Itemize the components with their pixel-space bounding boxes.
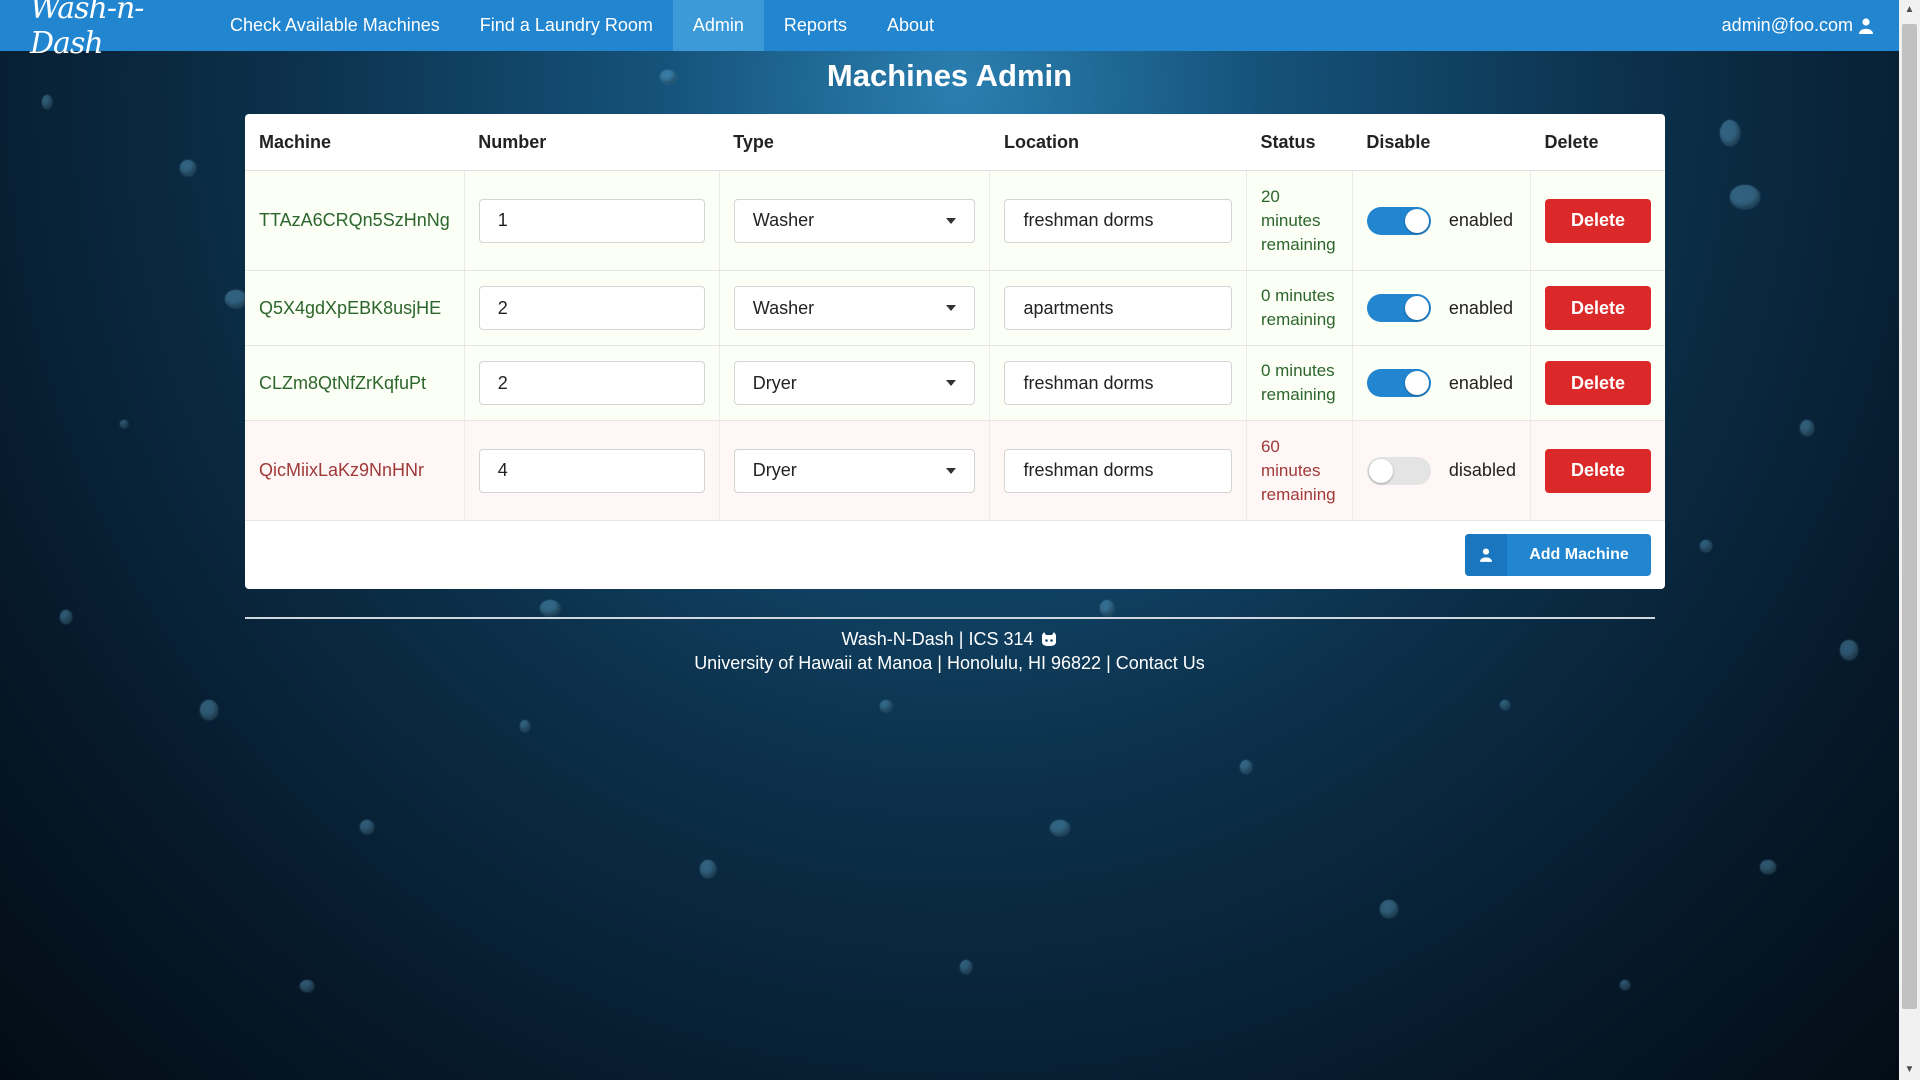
type-dropdown[interactable]: Washer bbox=[733, 286, 976, 330]
chevron-down-icon bbox=[946, 305, 957, 311]
machine-id: QicMiixLaKz9NnHNr bbox=[245, 420, 465, 521]
user-menu[interactable]: admin@foo.com bbox=[1722, 15, 1873, 36]
nav-admin[interactable]: Admin bbox=[672, 0, 764, 51]
type-dropdown[interactable]: Washer bbox=[733, 198, 976, 243]
table-row: Q5X4gdXpEBK8usjHE 2 Washer apartments 0 … bbox=[245, 270, 1665, 346]
toggle-label: enabled bbox=[1448, 297, 1513, 318]
machine-id: Q5X4gdXpEBK8usjHE bbox=[245, 270, 465, 346]
header-location: Location bbox=[989, 114, 1247, 171]
type-value: Dryer bbox=[752, 372, 797, 393]
top-navbar: Wash-n-Dash Check Available Machines Fin… bbox=[0, 0, 1899, 61]
table-row: CLZm8QtNfZrKqfuPt 2 Dryer freshman dorms… bbox=[245, 345, 1665, 421]
nav-reports[interactable]: Reports bbox=[764, 0, 867, 51]
table-row: QicMiixLaKz9NnHNr 4 Dryer freshman dorms… bbox=[245, 420, 1665, 521]
status-text: 60 minutes remaining bbox=[1246, 420, 1353, 521]
site-logo[interactable]: Wash-n-Dash bbox=[30, 0, 210, 61]
footer: Wash-N-Dash | ICS 314 University of Hawa… bbox=[0, 627, 1899, 675]
status-text: 0 minutes remaining bbox=[1246, 270, 1353, 346]
enable-toggle[interactable] bbox=[1366, 206, 1431, 235]
table-row: TTAzA6CRQn5SzHnNg 1 Washer freshman dorm… bbox=[245, 170, 1665, 271]
header-number: Number bbox=[464, 114, 720, 171]
status-text: 20 minutes remaining bbox=[1246, 170, 1353, 271]
nav-about[interactable]: About bbox=[867, 0, 954, 51]
number-input[interactable]: 2 bbox=[478, 286, 705, 330]
type-value: Washer bbox=[752, 210, 815, 230]
header-disable: Disable bbox=[1352, 114, 1531, 171]
nav-check-available-machines[interactable]: Check Available Machines bbox=[210, 0, 460, 51]
add-machine-button[interactable]: Add Machine bbox=[1465, 534, 1651, 576]
toggle-label: enabled bbox=[1448, 210, 1513, 230]
location-input[interactable]: freshman dorms bbox=[1004, 361, 1232, 405]
location-input[interactable]: freshman dorms bbox=[1004, 198, 1232, 243]
github-icon[interactable] bbox=[1040, 631, 1058, 647]
number-input[interactable]: 4 bbox=[478, 448, 705, 493]
machine-id: TTAzA6CRQn5SzHnNg bbox=[245, 170, 465, 271]
type-dropdown[interactable]: Dryer bbox=[733, 448, 976, 493]
footer-divider bbox=[245, 617, 1655, 619]
delete-button[interactable]: Delete bbox=[1545, 448, 1651, 493]
header-delete: Delete bbox=[1530, 114, 1665, 171]
type-value: Dryer bbox=[752, 460, 797, 480]
enable-toggle[interactable] bbox=[1366, 369, 1431, 397]
location-input[interactable]: apartments bbox=[1004, 286, 1232, 330]
contact-us-link[interactable]: Contact Us bbox=[1116, 653, 1205, 673]
machine-id: CLZm8QtNfZrKqfuPt bbox=[245, 345, 465, 421]
enable-toggle[interactable] bbox=[1366, 456, 1431, 485]
status-text: 0 minutes remaining bbox=[1246, 345, 1353, 421]
user-icon bbox=[1859, 17, 1873, 34]
scroll-down-icon[interactable]: ▼ bbox=[1899, 1060, 1920, 1080]
header-machine: Machine bbox=[245, 114, 465, 171]
number-input[interactable]: 2 bbox=[478, 361, 705, 405]
scroll-up-icon[interactable]: ▲ bbox=[1899, 0, 1920, 20]
footer-title: Wash-N-Dash | ICS 314 bbox=[841, 629, 1034, 649]
type-value: Washer bbox=[752, 297, 815, 318]
scroll-thumb[interactable] bbox=[1902, 24, 1917, 1009]
scrollbar[interactable]: ▲ ▼ bbox=[1899, 0, 1920, 1080]
type-dropdown[interactable]: Dryer bbox=[733, 361, 976, 405]
chevron-down-icon bbox=[946, 217, 957, 224]
location-input[interactable]: freshman dorms bbox=[1004, 448, 1232, 493]
enable-toggle[interactable] bbox=[1366, 294, 1431, 322]
toggle-label: disabled bbox=[1448, 460, 1516, 480]
machines-table-card: Machine Number Type Location Status Disa… bbox=[245, 114, 1665, 589]
delete-button[interactable]: Delete bbox=[1545, 286, 1651, 330]
page-title: Machines Admin bbox=[826, 58, 1073, 93]
table-header-row: Machine Number Type Location Status Disa… bbox=[245, 114, 1665, 171]
add-machine-row: Add Machine bbox=[245, 521, 1665, 589]
chevron-down-icon bbox=[946, 380, 957, 386]
delete-button[interactable]: Delete bbox=[1545, 361, 1651, 405]
footer-address: University of Hawaii at Manoa | Honolulu… bbox=[694, 653, 1116, 673]
nav-find-laundry-room[interactable]: Find a Laundry Room bbox=[460, 0, 673, 51]
number-input[interactable]: 1 bbox=[478, 198, 705, 243]
header-type: Type bbox=[719, 114, 990, 171]
user-email: admin@foo.com bbox=[1721, 15, 1853, 35]
delete-button[interactable]: Delete bbox=[1545, 198, 1651, 243]
user-icon bbox=[1465, 534, 1507, 576]
chevron-down-icon bbox=[946, 467, 957, 474]
machines-table: Machine Number Type Location Status Disa… bbox=[245, 114, 1665, 521]
add-machine-label: Add Machine bbox=[1529, 546, 1629, 563]
toggle-label: enabled bbox=[1448, 372, 1513, 393]
header-status: Status bbox=[1246, 114, 1353, 171]
